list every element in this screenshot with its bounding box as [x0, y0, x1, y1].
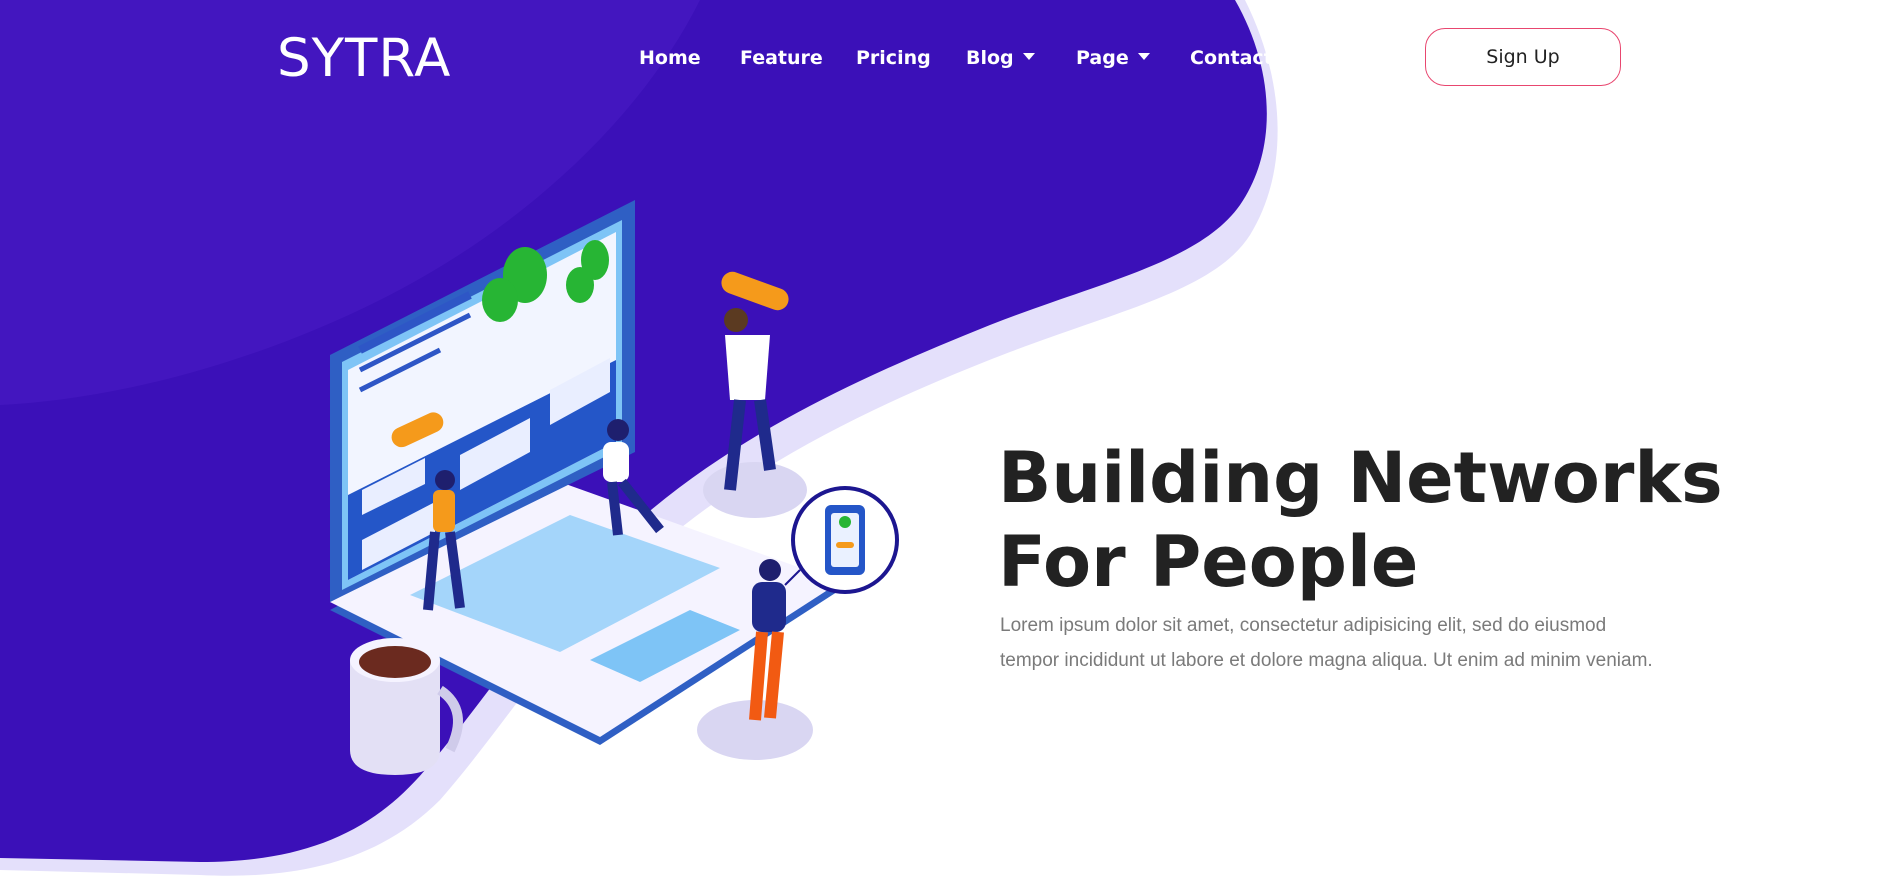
hero-title-line1: Building Networks: [998, 437, 1723, 519]
hero-title-line2: For People: [998, 521, 1419, 603]
sign-icon: [721, 271, 789, 311]
nav-item-page[interactable]: Page: [1076, 44, 1150, 72]
brand-logo[interactable]: SYTRA: [277, 26, 451, 92]
nav-label-blog: Blog: [966, 47, 1014, 69]
nav-item-contact[interactable]: Contact: [1190, 44, 1273, 72]
nav-item-blog[interactable]: Blog: [966, 44, 1035, 72]
nav-label-contact: Contact: [1190, 47, 1273, 69]
nav-item-pricing[interactable]: Pricing: [856, 44, 931, 72]
nav-label-page: Page: [1076, 47, 1129, 69]
top-navbar: SYTRA Home Feature Pricing Blog Page Con…: [0, 0, 1899, 118]
hero-illustration: [330, 200, 899, 775]
nav-label-feature: Feature: [740, 47, 823, 69]
shadow-ellipse: [703, 462, 807, 518]
hero-description: Lorem ipsum dolor sit amet, consectetur …: [1000, 615, 1653, 671]
chevron-down-icon: [1022, 53, 1035, 60]
nav-item-home[interactable]: Home: [639, 44, 701, 72]
sign-up-button[interactable]: Sign Up: [1425, 28, 1621, 86]
chevron-down-icon: [1137, 53, 1150, 60]
nav-label-home: Home: [639, 47, 701, 69]
hero-title: Building Networks For People: [998, 436, 1758, 604]
nav-item-feature[interactable]: Feature: [740, 44, 823, 72]
nav-label-pricing: Pricing: [856, 47, 931, 69]
